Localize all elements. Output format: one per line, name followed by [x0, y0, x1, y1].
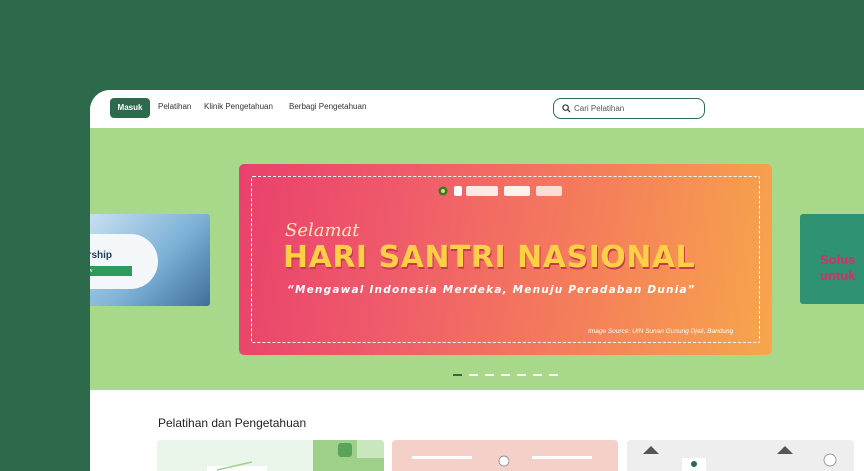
carousel-indicators [453, 373, 563, 377]
course-card[interactable] [392, 440, 618, 471]
carousel-slide-next[interactable]: Solus untuk [800, 214, 864, 304]
banner-script-heading: Selamat [285, 220, 360, 241]
slide-heading-line1: Solus [820, 252, 856, 267]
search-input[interactable]: Cari Pelatihan [553, 98, 705, 119]
slide-panel [90, 234, 158, 289]
search-placeholder: Cari Pelatihan [574, 104, 625, 113]
carousel-dot[interactable] [453, 374, 462, 376]
course-thumbnail [627, 440, 854, 471]
partner-logos [436, 184, 576, 198]
carousel-dot[interactable] [533, 374, 542, 376]
sub-logo-icon [536, 186, 562, 196]
pesantren-logo-icon [466, 186, 498, 196]
banner-title: HARI SANTRI NASIONAL [283, 240, 696, 275]
slide-heading: ership [90, 250, 113, 261]
login-button[interactable]: Masuk [110, 98, 150, 118]
slide-tag: ow [90, 266, 132, 276]
section-title: Pelatihan dan Pengetahuan [158, 416, 307, 430]
hero-carousel: ership ow Selamat HARI SANTRI NASIONAL “… [90, 128, 864, 390]
course-thumbnail [392, 440, 618, 471]
kemenag-logo-icon [438, 186, 448, 196]
carousel-slide-active[interactable]: Selamat HARI SANTRI NASIONAL “Mengawal I… [239, 164, 772, 355]
nav-link-pelatihan[interactable]: Pelatihan [158, 102, 191, 111]
banner-image-source: Image Source: UIN Sunan Gunung Djati, Ba… [588, 328, 734, 335]
nav-link-klinik-pengetahuan[interactable]: Klinik Pengetahuan [204, 102, 273, 111]
top-navbar: Masuk Pelatihan Klinik Pengetahuan Berba… [90, 90, 864, 128]
pintar-logo-icon [504, 186, 530, 196]
banner-subtitle: “Mengawal Indonesia Merdeka, Menuju Pera… [287, 284, 696, 296]
ptkin-logo-icon [454, 186, 462, 196]
carousel-dot[interactable] [517, 374, 526, 376]
browser-viewport: Masuk Pelatihan Klinik Pengetahuan Berba… [90, 90, 864, 471]
slide-heading-line2: untuk [820, 268, 856, 283]
nav-link-berbagi-pengetahuan[interactable]: Berbagi Pengetahuan [289, 102, 366, 111]
carousel-dot[interactable] [501, 374, 510, 376]
course-card[interactable] [157, 440, 384, 471]
course-card[interactable] [627, 440, 854, 471]
course-thumbnail [207, 440, 384, 471]
carousel-slide-previous[interactable]: ership ow [90, 214, 210, 306]
carousel-dot[interactable] [485, 374, 494, 376]
carousel-dot[interactable] [469, 374, 478, 376]
search-icon [562, 104, 571, 113]
carousel-dot[interactable] [549, 374, 558, 376]
